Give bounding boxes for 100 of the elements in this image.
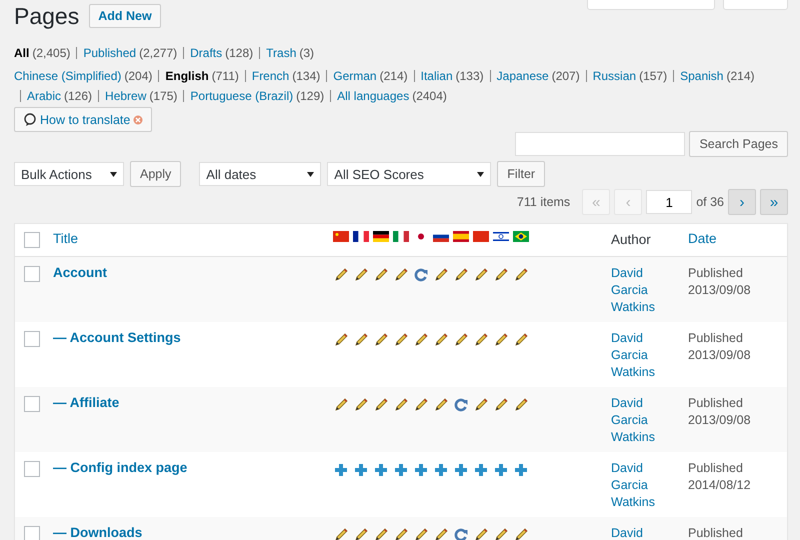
language-link[interactable]: German bbox=[333, 69, 377, 83]
pencil-icon[interactable] bbox=[353, 397, 369, 413]
pencil-icon[interactable] bbox=[413, 397, 429, 413]
date-status: Published bbox=[688, 460, 743, 477]
author-link[interactable]: David Garcia Watkins bbox=[611, 460, 671, 511]
refresh-icon[interactable] bbox=[453, 397, 469, 413]
row-checkbox[interactable] bbox=[24, 396, 40, 412]
pencil-icon[interactable] bbox=[493, 267, 509, 283]
language-link[interactable]: Japanese bbox=[496, 69, 549, 83]
language-link[interactable]: Portuguese (Brazil) bbox=[190, 89, 294, 103]
pencil-icon[interactable] bbox=[493, 397, 509, 413]
how-to-translate-button[interactable]: How to translate bbox=[14, 107, 152, 132]
pencil-icon[interactable] bbox=[353, 527, 369, 540]
column-header[interactable]: Title bbox=[53, 231, 333, 249]
pencil-icon[interactable] bbox=[513, 267, 529, 283]
pencil-icon[interactable] bbox=[373, 267, 389, 283]
language-link[interactable]: Spanish bbox=[680, 69, 724, 83]
search-field[interactable] bbox=[515, 132, 686, 156]
page-title-link[interactable]: — Config index page bbox=[53, 460, 188, 475]
pencil-icon[interactable] bbox=[393, 527, 409, 540]
pencil-icon[interactable] bbox=[513, 527, 529, 540]
pencil-icon[interactable] bbox=[433, 527, 449, 540]
pencil-icon[interactable] bbox=[493, 332, 509, 348]
date-status: Published bbox=[688, 265, 743, 282]
pencil-icon[interactable] bbox=[373, 527, 389, 540]
row-checkbox[interactable] bbox=[24, 461, 40, 477]
author-link[interactable]: David Garcia Watkins bbox=[611, 265, 671, 316]
language-link[interactable]: French bbox=[252, 69, 290, 83]
page-title-link[interactable]: — Account Settings bbox=[53, 330, 181, 345]
row-checkbox[interactable] bbox=[24, 526, 40, 540]
dates-select[interactable]: All dates bbox=[199, 162, 322, 186]
pencil-icon[interactable] bbox=[473, 527, 489, 540]
pencil-icon[interactable] bbox=[353, 267, 369, 283]
language-link[interactable]: English bbox=[165, 69, 209, 83]
pencil-icon[interactable] bbox=[393, 332, 409, 348]
language-link[interactable]: Arabic bbox=[27, 89, 62, 103]
column-header[interactable]: Date bbox=[688, 231, 787, 249]
pencil-icon[interactable] bbox=[513, 397, 529, 413]
pencil-icon[interactable] bbox=[393, 267, 409, 283]
status-link[interactable]: Published bbox=[83, 46, 136, 60]
pencil-icon[interactable] bbox=[473, 397, 489, 413]
author-link[interactable]: David bbox=[611, 525, 671, 540]
pencil-icon[interactable] bbox=[513, 332, 529, 348]
pencil-icon[interactable] bbox=[433, 332, 449, 348]
bulk-actions-select[interactable]: Bulk Actions bbox=[14, 162, 124, 186]
row-checkbox[interactable] bbox=[24, 266, 40, 282]
filter-button[interactable]: Filter bbox=[497, 161, 546, 187]
pencil-icon[interactable] bbox=[453, 332, 469, 348]
refresh-icon[interactable] bbox=[413, 267, 429, 283]
plus-icon[interactable] bbox=[373, 462, 389, 478]
next-page-button[interactable]: › bbox=[728, 189, 756, 215]
pencil-icon[interactable] bbox=[413, 527, 429, 540]
pencil-icon[interactable] bbox=[433, 397, 449, 413]
page-title-link[interactable]: — Affiliate bbox=[53, 395, 120, 410]
pencil-icon[interactable] bbox=[333, 527, 349, 540]
plus-icon[interactable] bbox=[433, 462, 449, 478]
language-link[interactable]: Italian bbox=[420, 69, 453, 83]
plus-icon[interactable] bbox=[393, 462, 409, 478]
plus-icon[interactable] bbox=[333, 462, 349, 478]
plus-icon[interactable] bbox=[493, 462, 509, 478]
page-title-link[interactable]: — Downloads bbox=[53, 525, 142, 540]
pencil-icon[interactable] bbox=[433, 267, 449, 283]
pencil-icon[interactable] bbox=[493, 527, 509, 540]
author-link[interactable]: David Garcia Watkins bbox=[611, 395, 671, 446]
pencil-icon[interactable] bbox=[473, 332, 489, 348]
pencil-icon[interactable] bbox=[333, 397, 349, 413]
status-link[interactable]: Trash bbox=[266, 46, 296, 60]
pencil-icon[interactable] bbox=[473, 267, 489, 283]
add-new-button[interactable]: Add New bbox=[89, 4, 161, 28]
pencil-icon[interactable] bbox=[453, 267, 469, 283]
pencil-icon[interactable] bbox=[413, 332, 429, 348]
language-link[interactable]: All languages bbox=[337, 89, 410, 103]
plus-icon[interactable] bbox=[353, 462, 369, 478]
plus-icon[interactable] bbox=[413, 462, 429, 478]
plus-icon[interactable] bbox=[473, 462, 489, 478]
refresh-icon[interactable] bbox=[453, 527, 469, 540]
pencil-icon[interactable] bbox=[373, 397, 389, 413]
last-page-button[interactable]: » bbox=[760, 189, 788, 215]
pencil-icon[interactable] bbox=[333, 332, 349, 348]
select-all-checkbox[interactable] bbox=[24, 232, 40, 248]
pencil-icon[interactable] bbox=[393, 397, 409, 413]
author-link[interactable]: David Garcia Watkins bbox=[611, 330, 671, 381]
status-link[interactable]: Drafts bbox=[190, 46, 222, 60]
page-title-link[interactable]: Account bbox=[53, 265, 107, 280]
pencil-icon[interactable] bbox=[373, 332, 389, 348]
row-checkbox[interactable] bbox=[24, 331, 40, 347]
language-link[interactable]: Chinese (Simplified) bbox=[14, 69, 122, 83]
language-link[interactable]: Russian bbox=[592, 69, 636, 83]
flag-icon bbox=[393, 231, 409, 242]
language-link[interactable]: Hebrew bbox=[105, 89, 146, 103]
pencil-icon[interactable] bbox=[333, 267, 349, 283]
page-number-field[interactable]: 1 bbox=[646, 190, 692, 214]
status-link[interactable]: All bbox=[14, 46, 30, 60]
pencil-icon[interactable] bbox=[353, 332, 369, 348]
apply-button[interactable]: Apply bbox=[130, 161, 182, 187]
plus-icon[interactable] bbox=[513, 462, 529, 478]
language-count: (157) bbox=[639, 69, 668, 83]
search-pages-button[interactable]: Search Pages bbox=[689, 131, 788, 157]
seo-select[interactable]: All SEO Scores bbox=[327, 162, 492, 186]
plus-icon[interactable] bbox=[453, 462, 469, 478]
